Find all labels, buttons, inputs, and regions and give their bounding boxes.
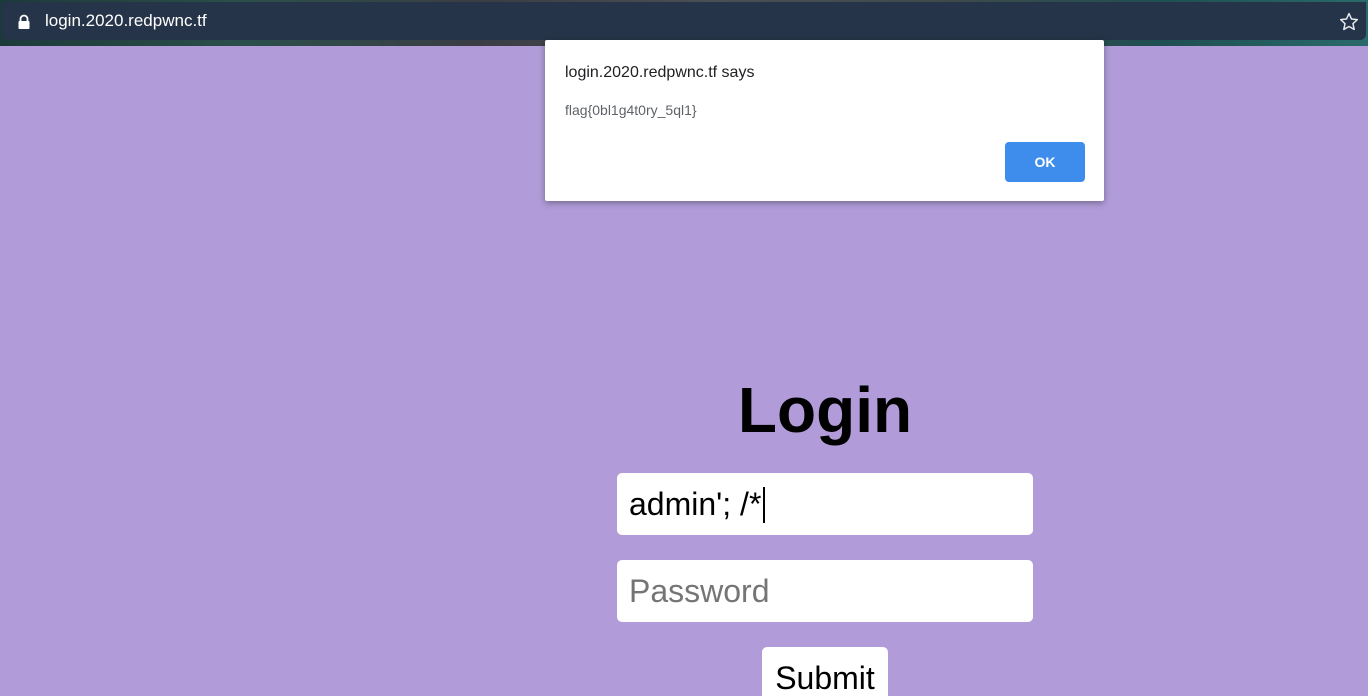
ok-button[interactable]: OK [1005,142,1085,182]
submit-button[interactable]: Submit [762,647,888,696]
login-heading: Login [737,374,913,446]
text-caret [763,487,765,523]
alert-title: login.2020.redpwnc.tf says [565,64,755,81]
alert-dialog: login.2020.redpwnc.tf says flag{0bl1g4t0… [545,40,1104,201]
bookmark-star-icon[interactable] [1338,11,1360,33]
username-input[interactable] [617,473,1033,535]
password-input[interactable] [617,560,1033,622]
url-text[interactable]: login.2020.redpwnc.tf [45,10,207,32]
lock-icon [18,14,30,29]
alert-message: flag{0bl1g4t0ry_5ql1} [565,102,697,118]
address-bar[interactable]: login.2020.redpwnc.tf [2,2,1366,40]
